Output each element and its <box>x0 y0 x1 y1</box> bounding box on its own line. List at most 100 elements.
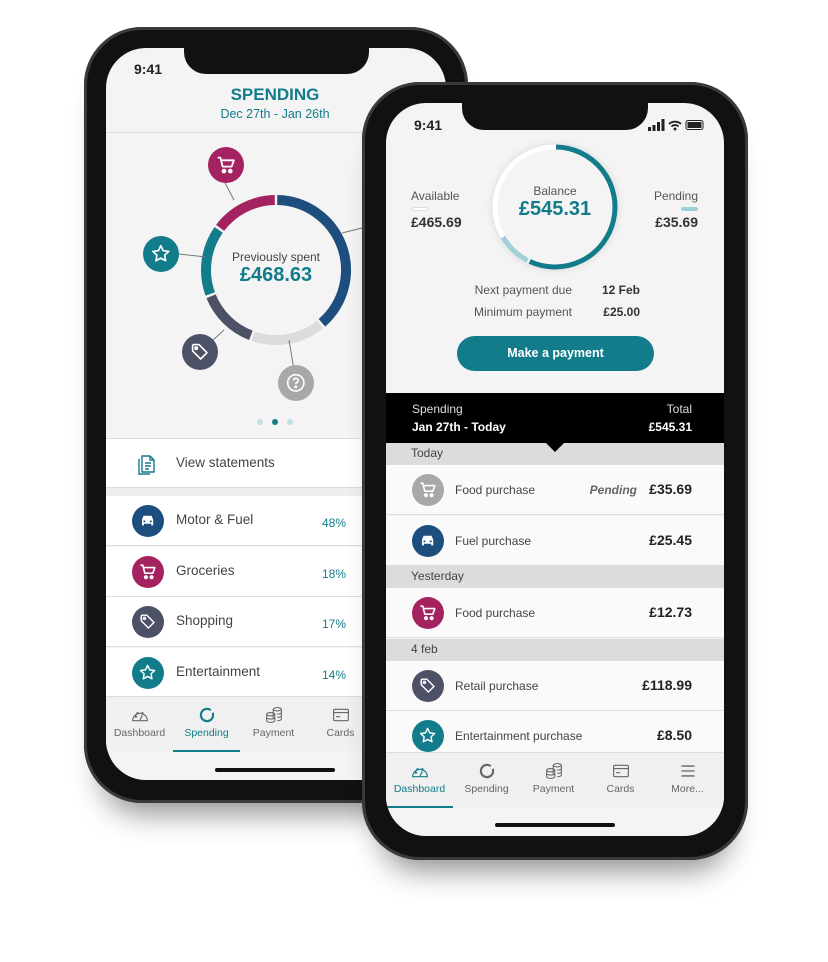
tab-label: Payment <box>532 783 575 795</box>
status-time: 9:41 <box>414 117 443 133</box>
transaction-label: Fuel purchase <box>455 533 532 548</box>
tab-payment[interactable]: Payment <box>520 762 587 808</box>
connector-line <box>223 180 235 201</box>
pending-swatch <box>681 207 698 211</box>
pending-amount: £35.69 <box>655 214 698 230</box>
tab-spending[interactable]: Spending <box>453 762 520 808</box>
tab-label: Cards <box>606 783 635 795</box>
card-icon <box>587 762 654 780</box>
total-label: Total <box>666 402 692 416</box>
page-dot[interactable] <box>257 419 263 425</box>
transaction-amount: £35.69 <box>649 481 692 497</box>
category-label: Motor & Fuel <box>176 512 254 527</box>
available-swatch <box>412 207 428 211</box>
transaction-label: Entertainment purchase <box>455 729 583 743</box>
tab-payment[interactable]: Payment <box>240 706 307 752</box>
transaction-amount: £118.99 <box>642 676 692 693</box>
cart-icon <box>132 555 164 588</box>
category-percent: 18% <box>322 566 347 581</box>
available-amount: £465.69 <box>411 214 462 230</box>
available-label: Available <box>411 189 460 203</box>
coins-icon <box>520 762 587 780</box>
tab-cards[interactable]: Cards <box>587 762 654 808</box>
transaction-row[interactable]: Food purchase £12.73 <box>386 588 724 638</box>
balance-amount: £545.31 <box>518 198 592 220</box>
dashboard-screen: 9:41 Balance £545.31 Available £465.69 P… <box>386 103 724 836</box>
gauge-icon <box>386 762 453 780</box>
view-statements-label: View statements <box>176 455 275 470</box>
section-header: 4 feb <box>386 638 724 661</box>
car-icon <box>412 524 444 557</box>
section-header: Yesterday <box>386 566 724 588</box>
minimum-payment-label: Minimum payment <box>473 305 572 319</box>
pending-label: Pending <box>653 189 698 203</box>
segment-uncategorised[interactable] <box>251 320 324 345</box>
status-icons <box>648 119 704 131</box>
total-amount: £545.31 <box>648 420 692 434</box>
tab-label: Spending <box>464 783 509 795</box>
pending-status: Pending <box>589 483 637 497</box>
tag-icon <box>412 669 444 702</box>
make-payment-button[interactable]: Make a payment <box>457 336 654 371</box>
question-icon[interactable] <box>278 365 314 401</box>
tab-label: More... <box>671 783 704 795</box>
donut-label: Previously spent <box>231 250 321 264</box>
tab-bar: Dashboard Spending Payment Cards More... <box>386 752 724 808</box>
cart-icon[interactable] <box>208 147 244 183</box>
gauge-icon <box>106 706 173 724</box>
notch <box>462 103 648 130</box>
coins-icon <box>240 706 307 724</box>
transaction-amount: £25.45 <box>649 531 692 548</box>
tab-label: Dashboard <box>113 727 166 739</box>
cart-icon <box>412 597 444 629</box>
transaction-amount: £12.73 <box>649 604 692 620</box>
transaction-row[interactable]: Fuel purchase £25.45 <box>386 515 724 566</box>
transaction-amount: £8.50 <box>656 727 692 743</box>
page-dot[interactable] <box>272 419 278 425</box>
tab-spending[interactable]: Spending <box>173 706 240 752</box>
transaction-row[interactable]: Retail purchase £118.99 <box>386 660 724 711</box>
tab-dashboard[interactable]: Dashboard <box>386 762 453 808</box>
tab-label: Payment <box>252 727 295 739</box>
minimum-payment-value: £25.00 <box>603 305 640 319</box>
header-pointer <box>546 443 564 452</box>
next-payment-label: Next payment due <box>474 283 572 297</box>
star-icon <box>412 720 444 752</box>
category-label: Entertainment <box>176 663 261 679</box>
category-percent: 17% <box>322 617 347 631</box>
balance-label: Balance <box>533 184 577 198</box>
donut-icon <box>173 706 240 724</box>
transaction-row[interactable]: Food purchase Pending £35.69 <box>386 465 724 515</box>
page-dot[interactable] <box>287 419 293 425</box>
cart-icon <box>412 474 444 506</box>
home-indicator <box>495 823 615 827</box>
tab-more[interactable]: More... <box>654 762 721 808</box>
category-percent: 48% <box>322 516 347 530</box>
category-label: Shopping <box>176 613 234 628</box>
statement-icon <box>138 455 155 475</box>
tag-icon[interactable] <box>182 334 218 370</box>
tab-dashboard[interactable]: Dashboard <box>106 706 173 752</box>
star-icon[interactable] <box>143 236 179 272</box>
transaction-label: Food purchase <box>455 483 536 497</box>
transaction-label: Retail purchase <box>455 678 539 693</box>
segment-groceries[interactable] <box>216 195 276 232</box>
segment-shopping[interactable] <box>206 294 253 341</box>
category-label: Groceries <box>176 562 235 578</box>
tab-label: Dashboard <box>393 783 446 795</box>
menu-icon <box>654 762 721 780</box>
spending-label: Spending <box>412 402 463 416</box>
tag-icon <box>132 606 164 638</box>
car-icon <box>132 505 164 537</box>
spending-summary-header[interactable]: Spending Jan 27th - Today Total £545.31 <box>386 393 724 443</box>
next-payment-value: 12 Feb <box>601 283 640 297</box>
home-indicator <box>215 768 335 772</box>
star-icon <box>132 656 164 689</box>
donut-amount: £468.63 <box>239 264 313 286</box>
tab-label: Spending <box>184 727 229 739</box>
transaction-label: Food purchase <box>455 606 536 620</box>
category-percent: 14% <box>322 667 347 682</box>
tab-label: Cards <box>326 727 355 739</box>
donut-icon <box>453 762 520 780</box>
spending-period: Jan 27th - Today <box>412 420 506 434</box>
